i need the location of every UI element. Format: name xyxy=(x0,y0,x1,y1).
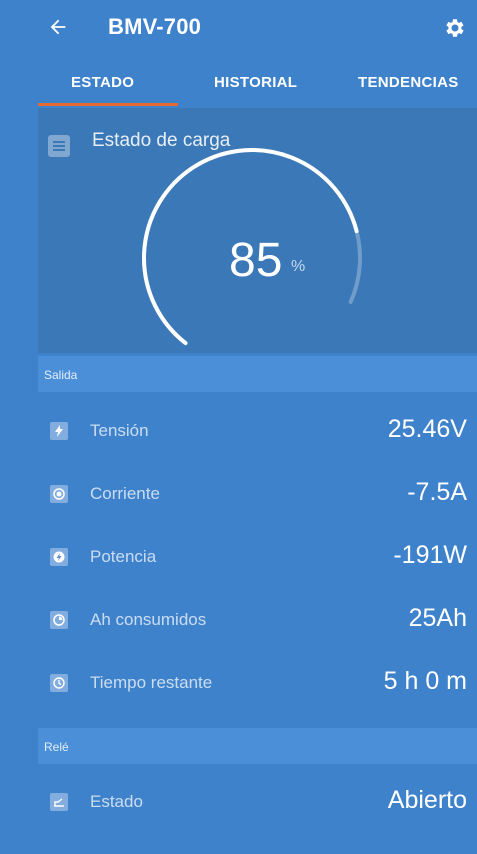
list-item-power: Potencia -191W xyxy=(38,527,477,589)
bolt-icon xyxy=(50,422,68,440)
back-button[interactable] xyxy=(44,13,72,41)
list-item-current: Corriente -7.5A xyxy=(38,464,477,526)
section-label-relay: Relé xyxy=(44,740,69,754)
top-app-bar: BMV-700 xyxy=(0,0,477,58)
consumed-ah-icon xyxy=(50,611,68,629)
row-value: 5 h 0 m xyxy=(383,667,467,695)
row-value: 25.46V xyxy=(387,415,467,443)
row-label: Potencia xyxy=(90,547,157,566)
row-label: Corriente xyxy=(90,484,160,503)
list-item-voltage: Tensión 25.46V xyxy=(38,401,477,463)
tab-estado[interactable]: ESTADO xyxy=(71,74,134,91)
relay-icon xyxy=(50,793,68,811)
soc-unit: % xyxy=(291,258,306,275)
row-value: -7.5A xyxy=(407,478,467,506)
arrow-left-icon xyxy=(50,19,66,35)
list-item-time-remaining: Tiempo restante 5 h 0 m xyxy=(38,653,477,715)
list-item-relay-state: Estado Abierto xyxy=(38,772,477,834)
row-value: -191W xyxy=(393,541,467,569)
gear-icon xyxy=(446,19,464,37)
tab-bar: ESTADO HISTORIAL TENDENCIAS xyxy=(0,58,477,108)
row-label: Ah consumidos xyxy=(90,610,207,629)
section-header-output: Salida xyxy=(38,356,477,392)
tab-historial[interactable]: HISTORIAL xyxy=(214,74,297,91)
app-screen: BMV-700 ESTADO HISTORIAL TENDENCIAS Esta… xyxy=(0,0,477,854)
settings-button[interactable] xyxy=(442,16,468,42)
power-icon xyxy=(50,548,68,566)
page-title: BMV-700 xyxy=(108,14,202,39)
row-value: Abierto xyxy=(387,786,467,814)
current-icon xyxy=(50,485,68,503)
list-item-consumed-ah: Ah consumidos 25Ah xyxy=(38,590,477,652)
tab-tendencias[interactable]: TENDENCIAS xyxy=(358,74,459,91)
state-of-charge-panel: Estado de carga 85 % xyxy=(38,108,477,353)
row-value: 25Ah xyxy=(408,604,467,632)
row-label: Tensión xyxy=(90,421,149,440)
soc-gauge xyxy=(142,148,362,346)
active-tab-indicator xyxy=(38,103,178,106)
section-label-output: Salida xyxy=(44,368,78,382)
section-header-relay: Relé xyxy=(38,728,477,764)
row-label: Estado xyxy=(90,792,143,811)
soc-value: 85 xyxy=(229,234,283,287)
clock-icon xyxy=(50,674,68,692)
row-label: Tiempo restante xyxy=(90,673,213,692)
